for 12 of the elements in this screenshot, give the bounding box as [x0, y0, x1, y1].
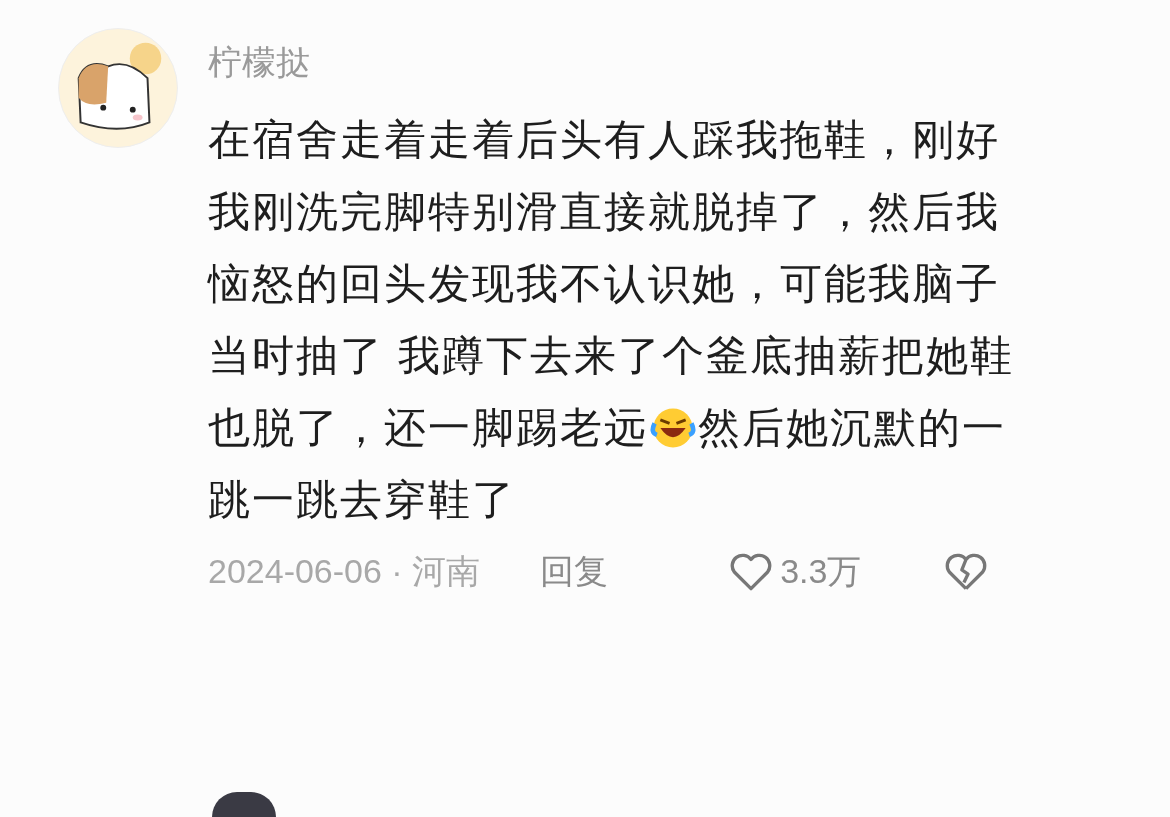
timestamp-location: 2024-06-06 · 河南 [208, 551, 481, 592]
comment-text: 然后她沉默的一 [698, 403, 1006, 453]
comment-text: 我刚洗完脚特别滑直接就脱掉了，然后我 [208, 187, 1000, 237]
like-button[interactable]: 3.3万 [726, 546, 862, 597]
avatar [212, 792, 276, 817]
reply-link[interactable]: 回复 [540, 546, 609, 597]
comment-text: 跳一跳去穿鞋了 [208, 475, 516, 525]
username[interactable]: 柠檬挞 [208, 42, 310, 82]
comment-text: 当时抽了 我蹲下去来了个釜底抽薪把她鞋 [208, 331, 1014, 381]
comment-text: 也脱了，还一脚踢老远 [208, 403, 648, 453]
comment-text: 在宿舍走着走着后头有人踩我拖鞋，刚好 [208, 115, 1000, 165]
comment-text: 恼怒的回头发现我不认识她，可能我脑子 [208, 259, 1000, 309]
